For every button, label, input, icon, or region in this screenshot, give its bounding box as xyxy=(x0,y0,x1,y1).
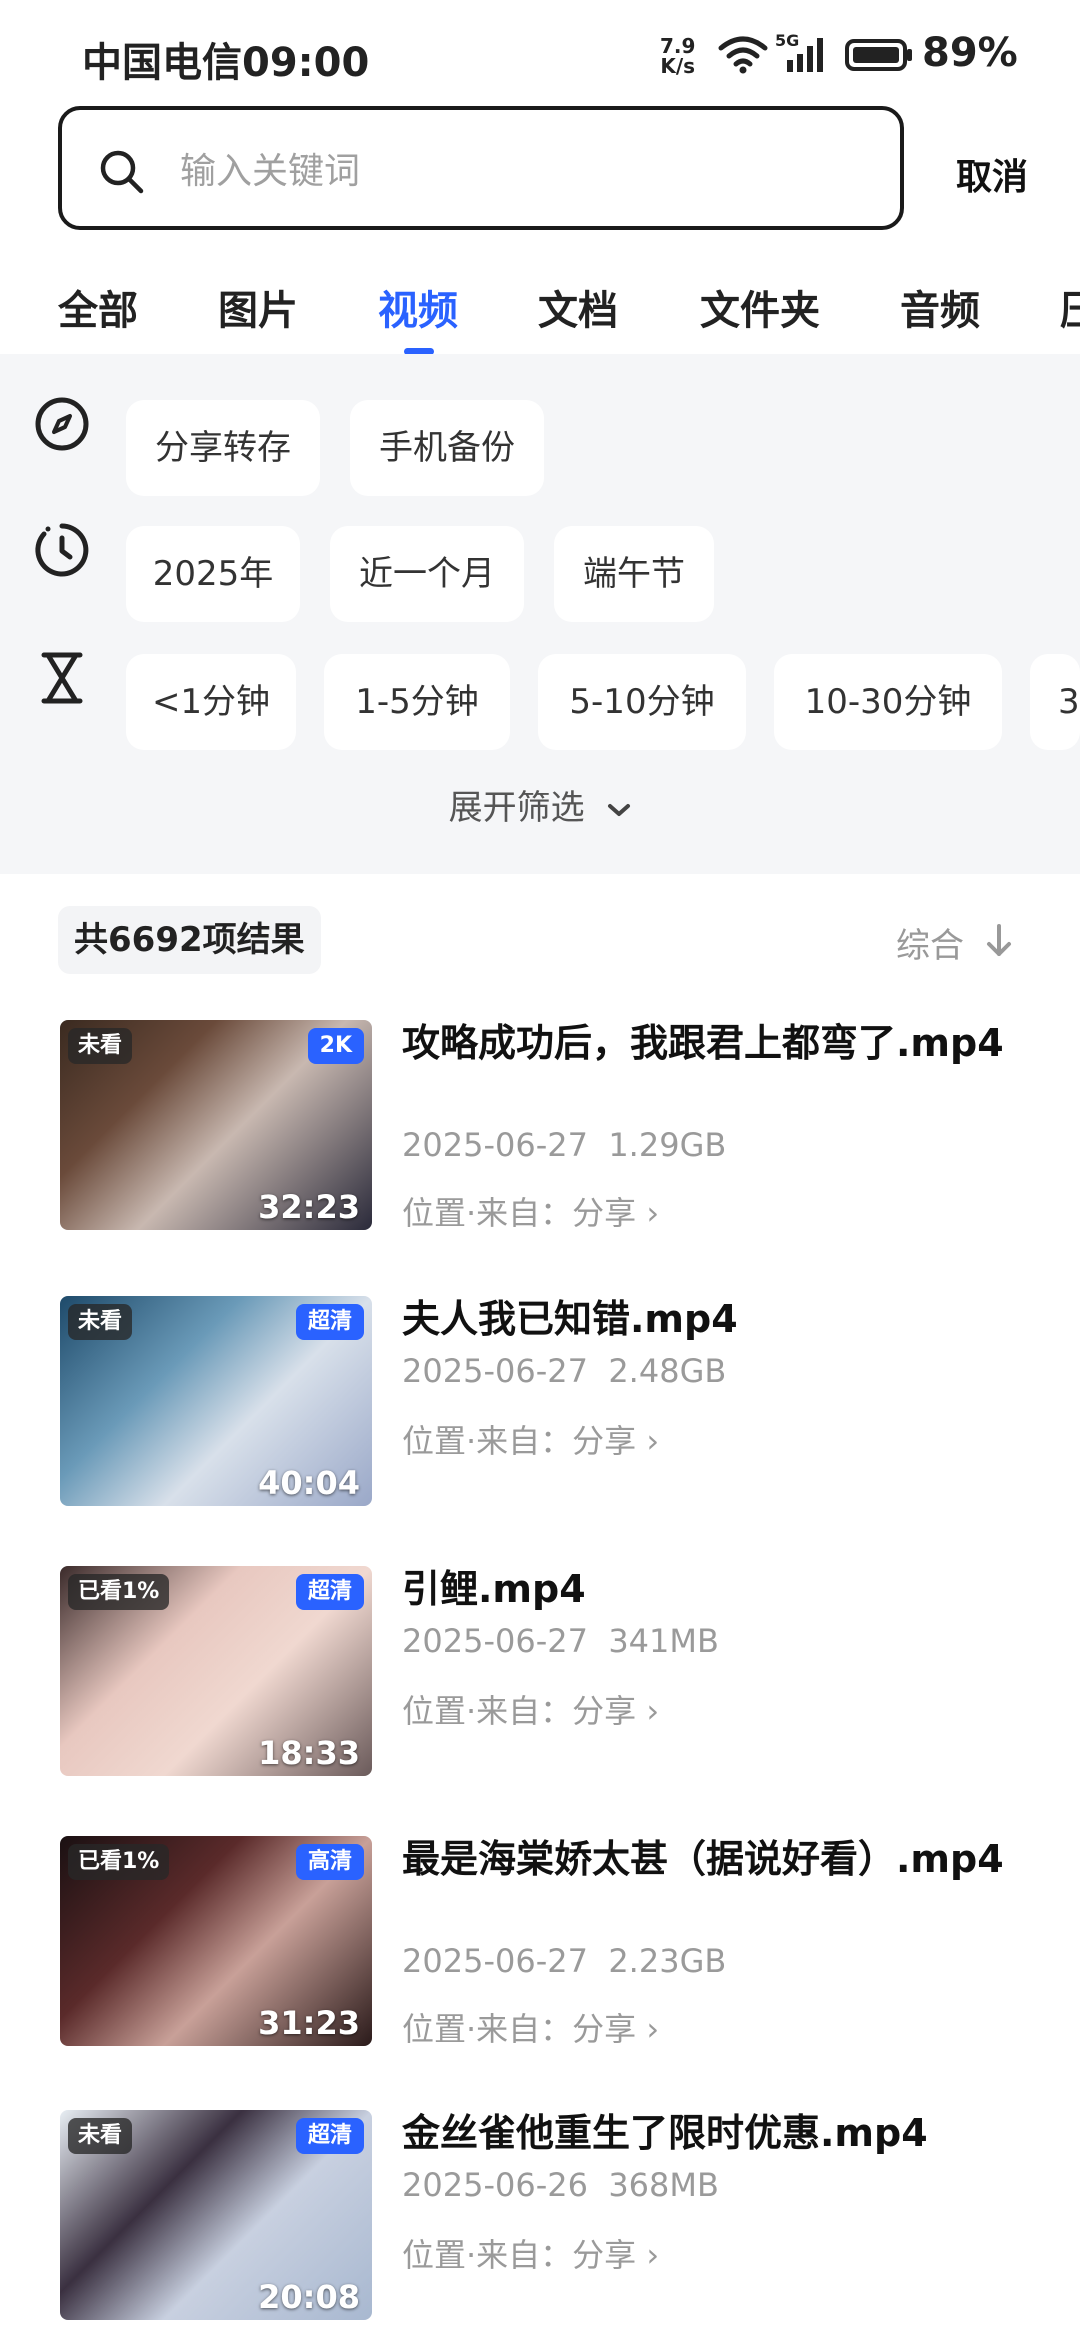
watch-status-badge: 未看 xyxy=(68,1304,133,1340)
net-speed-unit: K/s xyxy=(660,54,696,78)
video-thumbnail: 已看1% 超清 18:33 xyxy=(60,1566,372,1776)
cellular-signal-icon: 5G xyxy=(775,32,823,72)
filter-chip-phone-backup[interactable]: 手机备份 xyxy=(350,400,544,496)
video-duration: 31:23 xyxy=(258,2004,360,2042)
filter-chip-5-10min[interactable]: 5-10分钟 xyxy=(538,654,746,750)
tab-audio[interactable]: 音频 xyxy=(900,278,980,336)
filter-chip-30plus[interactable]: 3 xyxy=(1030,654,1080,750)
video-duration: 32:23 xyxy=(258,1188,360,1226)
video-thumbnail: 未看 超清 40:04 xyxy=(60,1296,372,1506)
sort-arrow-down-icon[interactable] xyxy=(984,922,1014,960)
battery-percentage: 89% xyxy=(922,30,1018,76)
list-item[interactable]: 未看 超清 20:08 金丝雀他重生了限时优惠.mp4 2025-06-26 3… xyxy=(0,2110,1080,2340)
item-size: 2.48GB xyxy=(608,1352,727,1390)
status-bar: 中国电信09:00 7.9 K/s 5G 89% xyxy=(0,0,1080,100)
watch-status-badge: 已看1% xyxy=(68,1574,170,1610)
tab-folders[interactable]: 文件夹 xyxy=(700,278,820,336)
watch-status-badge: 未看 xyxy=(68,1028,133,1064)
item-date: 2025-06-27 xyxy=(402,1622,588,1660)
battery-icon xyxy=(845,39,912,71)
filter-chip-dragon-boat[interactable]: 端午节 xyxy=(554,526,714,622)
tab-videos[interactable]: 视频 xyxy=(378,278,458,336)
item-size: 368MB xyxy=(608,2166,719,2204)
filter-chip-under-1min[interactable]: <1分钟 xyxy=(126,654,296,750)
compass-icon xyxy=(35,397,89,451)
item-meta: 2025-06-27 2.23GB xyxy=(402,1942,726,1980)
watch-status-badge: 已看1% xyxy=(68,1844,170,1880)
filter-chip-10-30min[interactable]: 10-30分钟 xyxy=(774,654,1002,750)
item-date: 2025-06-26 xyxy=(402,2166,588,2204)
expand-filter-label: 展开筛选 xyxy=(448,788,585,828)
svg-text:5G: 5G xyxy=(775,32,799,50)
search-icon xyxy=(100,150,144,194)
watch-status-badge: 未看 xyxy=(68,2118,133,2154)
item-size: 1.29GB xyxy=(608,1126,727,1164)
list-item[interactable]: 未看 超清 40:04 夫人我已知错.mp4 2025-06-27 2.48GB… xyxy=(0,1296,1080,1526)
video-duration: 20:08 xyxy=(258,2278,360,2316)
tab-archives[interactable]: 压 xyxy=(1060,278,1080,336)
quality-badge: 超清 xyxy=(295,2118,364,2154)
item-title: 夫人我已知错.mp4 xyxy=(402,1297,738,1341)
search-box[interactable] xyxy=(58,106,904,230)
carrier-time: 中国电信09:00 xyxy=(82,40,370,86)
cancel-button[interactable]: 取消 xyxy=(956,148,1028,200)
net-speed-value: 7.9 xyxy=(660,34,696,58)
result-count: 共6692项结果 xyxy=(58,906,321,974)
item-date: 2025-06-27 xyxy=(402,1352,588,1390)
quality-badge: 超清 xyxy=(295,1574,364,1610)
filter-chip-1-5min[interactable]: 1-5分钟 xyxy=(324,654,510,750)
filter-chip-last-month[interactable]: 近一个月 xyxy=(330,526,524,622)
video-thumbnail: 未看 超清 20:08 xyxy=(60,2110,372,2320)
item-meta: 2025-06-27 1.29GB xyxy=(402,1126,726,1164)
item-size: 2.23GB xyxy=(608,1942,727,1980)
item-source-link[interactable]: 位置·来自：分享 › xyxy=(402,1416,659,1462)
item-meta: 2025-06-27 2.48GB xyxy=(402,1352,726,1390)
item-title: 最是海棠娇太甚（据说好看）.mp4 xyxy=(402,1837,1004,1881)
tab-documents[interactable]: 文档 xyxy=(538,278,618,336)
search-input[interactable] xyxy=(178,140,862,202)
video-thumbnail: 已看1% 高清 31:23 xyxy=(60,1836,372,2046)
video-thumbnail: 未看 2K 32:23 xyxy=(60,1020,372,1230)
chevron-down-icon xyxy=(608,803,631,816)
item-source-link[interactable]: 位置·来自：分享 › xyxy=(402,1188,659,1234)
item-date: 2025-06-27 xyxy=(402,1126,588,1164)
item-meta: 2025-06-27 341MB xyxy=(402,1622,719,1660)
clock-icon xyxy=(35,523,89,577)
filter-chip-2025[interactable]: 2025年 xyxy=(126,526,300,622)
item-size: 341MB xyxy=(608,1622,719,1660)
item-title: 攻略成功后，我跟君上都弯了.mp4 xyxy=(402,1021,1004,1065)
filter-chip-share-saved[interactable]: 分享转存 xyxy=(126,400,320,496)
tab-images[interactable]: 图片 xyxy=(218,278,298,336)
quality-badge: 2K xyxy=(307,1028,364,1064)
expand-filter-toggle[interactable]: 展开筛选 xyxy=(0,780,1080,829)
quality-badge: 超清 xyxy=(295,1304,364,1340)
list-item[interactable]: 已看1% 超清 18:33 引鲤.mp4 2025-06-27 341MB 位置… xyxy=(0,1566,1080,1796)
wifi-icon xyxy=(718,36,768,74)
quality-badge: 高清 xyxy=(295,1844,364,1880)
filter-panel: 分享转存 手机备份 2025年 近一个月 端午节 <1分钟 1-5分钟 5-10… xyxy=(0,354,1080,874)
sort-button[interactable]: 综合 xyxy=(896,918,964,967)
item-source-link[interactable]: 位置·来自：分享 › xyxy=(402,2230,659,2276)
item-title: 引鲤.mp4 xyxy=(402,1567,586,1611)
video-duration: 18:33 xyxy=(258,1734,360,1772)
item-source-link[interactable]: 位置·来自：分享 › xyxy=(402,2004,659,2050)
video-duration: 40:04 xyxy=(258,1464,360,1502)
list-item[interactable]: 已看1% 高清 31:23 最是海棠娇太甚（据说好看）.mp4 2025-06-… xyxy=(0,1836,1080,2066)
list-item[interactable]: 未看 2K 32:23 攻略成功后，我跟君上都弯了.mp4 2025-06-27… xyxy=(0,1020,1080,1250)
item-title: 金丝雀他重生了限时优惠.mp4 xyxy=(402,2111,928,2155)
network-speed: 7.9 K/s xyxy=(660,36,695,76)
tab-all[interactable]: 全部 xyxy=(58,278,138,336)
category-tabs: 全部 图片 视频 文档 文件夹 音频 压 xyxy=(0,270,1080,354)
hourglass-icon xyxy=(41,652,83,704)
item-date: 2025-06-27 xyxy=(402,1942,588,1980)
item-source-link[interactable]: 位置·来自：分享 › xyxy=(402,1686,659,1732)
item-meta: 2025-06-26 368MB xyxy=(402,2166,719,2204)
